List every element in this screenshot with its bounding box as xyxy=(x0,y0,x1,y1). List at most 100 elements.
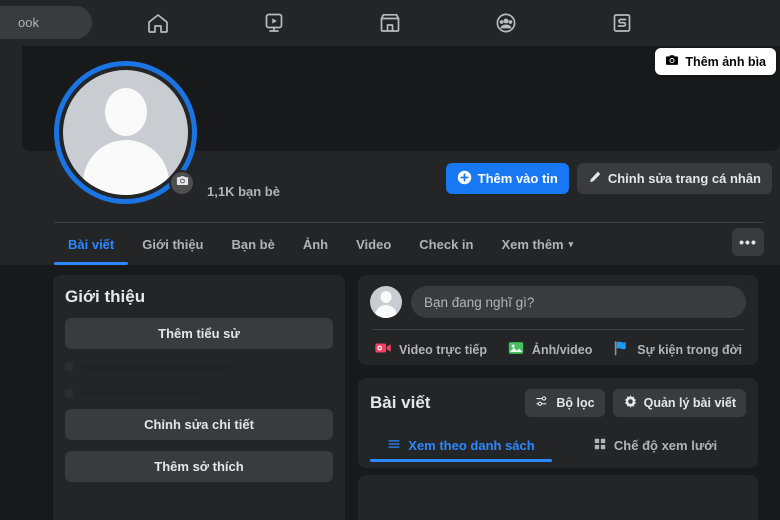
add-to-story-button[interactable]: Thêm vào tin xyxy=(445,163,569,194)
edit-details-label: Chỉnh sửa chi tiết xyxy=(144,417,254,432)
post-composer-card: Bạn đang nghĩ gì? Video trực tiếp Ảnh/vi… xyxy=(358,275,758,365)
nav-gaming-button[interactable] xyxy=(596,3,648,43)
nav-groups-button[interactable] xyxy=(480,3,532,43)
edit-profile-button[interactable]: Chỉnh sửa trang cá nhân xyxy=(576,163,772,194)
avatar-silhouette-body xyxy=(82,140,169,195)
profile-avatar[interactable] xyxy=(54,61,197,204)
edit-details-button[interactable]: Chỉnh sửa chi tiết xyxy=(65,409,333,440)
list-view-label: Xem theo danh sách xyxy=(408,437,535,453)
photo-video-label: Ảnh/video xyxy=(531,342,593,357)
grid-icon xyxy=(593,437,607,454)
intro-placeholder-row xyxy=(65,383,333,403)
nav-home-button[interactable] xyxy=(132,3,184,43)
nav-icon-group xyxy=(100,0,680,46)
nav-video-button[interactable] xyxy=(248,3,300,43)
placeholder-icon xyxy=(65,389,73,397)
grid-view-tab[interactable]: Chế độ xem lưới xyxy=(558,428,752,462)
change-profile-photo-button[interactable] xyxy=(169,170,195,196)
profile-more-options-button[interactable]: ••• xyxy=(732,228,764,256)
chevron-down-icon: ▾ xyxy=(568,238,574,249)
composer-actions: Video trực tiếp Ảnh/video Sự kiện trong … xyxy=(370,330,746,360)
posts-header: Bài viết Bộ lọc Quản lý bài viết xyxy=(358,378,758,417)
search-input-text: ook xyxy=(18,15,39,30)
friend-count: 1,1K bạn bè xyxy=(207,184,280,199)
gear-icon xyxy=(623,394,638,412)
add-to-story-label: Thêm vào tin xyxy=(477,171,558,186)
placeholder-line xyxy=(81,389,201,397)
edit-profile-label: Chỉnh sửa trang cá nhân xyxy=(607,171,761,186)
pencil-icon xyxy=(588,170,602,187)
grid-view-label: Chế độ xem lưới xyxy=(613,437,718,453)
nav-marketplace-button[interactable] xyxy=(364,3,416,43)
avatar-image xyxy=(63,70,188,195)
top-navigation-bar: ook xyxy=(0,0,780,46)
posts-card: Bài viết Bộ lọc Quản lý bài viết Xem the… xyxy=(358,378,758,468)
live-video-button[interactable]: Video trực tiếp xyxy=(374,339,487,360)
intro-placeholder-row xyxy=(65,357,333,377)
life-event-button[interactable]: Sự kiện trong đời xyxy=(612,339,742,360)
tab-friends[interactable]: Bạn bè xyxy=(218,223,289,265)
posts-view-tabs: Xem theo danh sách Chế độ xem lưới xyxy=(358,428,758,462)
live-video-icon xyxy=(374,339,392,360)
facebook-profile-page: ook Thêm ảnh bìa 1,1K bạn bè Thêm vào ti… xyxy=(0,0,780,520)
filter-icon xyxy=(535,394,550,412)
plus-circle-icon xyxy=(457,170,472,188)
filter-label: Bộ lọc xyxy=(556,396,595,410)
tab-posts-label: Bài viết xyxy=(68,236,115,252)
profile-tabs: Bài viết Giới thiệu Bạn bè Ảnh Video Che… xyxy=(54,223,587,265)
avatar-silhouette-head xyxy=(380,291,392,303)
life-event-icon xyxy=(612,339,630,360)
avatar-silhouette-body xyxy=(375,305,397,318)
composer-row: Bạn đang nghĩ gì? xyxy=(370,286,746,318)
camera-icon xyxy=(176,174,189,192)
manage-posts-label: Quản lý bài viết xyxy=(643,396,736,410)
tab-photos-label: Ảnh xyxy=(302,236,329,252)
list-view-tab[interactable]: Xem theo danh sách xyxy=(364,428,558,462)
composer-input[interactable]: Bạn đang nghĩ gì? xyxy=(411,286,746,318)
posts-title: Bài viết xyxy=(370,393,431,412)
life-event-label: Sự kiện trong đời xyxy=(637,342,742,357)
tab-see-more[interactable]: Xem thêm ▾ xyxy=(487,223,587,265)
live-video-label: Video trực tiếp xyxy=(399,342,488,357)
profile-header-panel: Thêm ảnh bìa 1,1K bạn bè Thêm vào tin Ch… xyxy=(0,46,780,265)
add-hobbies-label: Thêm sở thích xyxy=(154,459,244,474)
list-icon xyxy=(387,437,401,454)
add-hobbies-button[interactable]: Thêm sở thích xyxy=(65,451,333,482)
tab-photos[interactable]: Ảnh xyxy=(289,223,342,265)
gaming-icon xyxy=(609,10,635,36)
composer-placeholder: Bạn đang nghĩ gì? xyxy=(424,294,535,310)
home-icon xyxy=(145,10,171,36)
video-icon xyxy=(261,10,287,36)
intro-card: Giới thiệu Thêm tiểu sử Chỉnh sửa chi ti… xyxy=(53,275,345,520)
add-cover-photo-label: Thêm ảnh bìa xyxy=(685,54,766,69)
profile-body: Giới thiệu Thêm tiểu sử Chỉnh sửa chi ti… xyxy=(0,265,780,520)
add-bio-label: Thêm tiểu sử xyxy=(158,326,240,341)
photo-video-button[interactable]: Ảnh/video xyxy=(507,339,592,360)
groups-icon xyxy=(493,10,519,36)
profile-action-buttons: Thêm vào tin Chỉnh sửa trang cá nhân xyxy=(445,163,772,194)
posts-header-buttons: Bộ lọc Quản lý bài viết xyxy=(525,389,746,417)
add-bio-button[interactable]: Thêm tiểu sử xyxy=(65,318,333,349)
tab-about[interactable]: Giới thiệu xyxy=(128,223,217,265)
intro-card-title: Giới thiệu xyxy=(65,287,146,306)
composer-avatar[interactable] xyxy=(370,286,402,318)
tab-videos[interactable]: Video xyxy=(342,223,405,265)
photo-video-icon xyxy=(507,339,525,360)
tab-posts[interactable]: Bài viết xyxy=(54,223,129,265)
camera-icon xyxy=(665,53,679,70)
placeholder-icon xyxy=(65,363,73,371)
marketplace-icon xyxy=(377,10,403,36)
tab-checkin-label: Check in xyxy=(419,236,474,252)
placeholder-line xyxy=(81,363,231,371)
tab-checkin[interactable]: Check in xyxy=(405,223,487,265)
filter-button[interactable]: Bộ lọc xyxy=(525,389,605,417)
post-placeholder-card xyxy=(358,475,758,520)
tab-videos-label: Video xyxy=(356,236,392,252)
tab-see-more-label: Xem thêm xyxy=(501,236,564,252)
manage-posts-button[interactable]: Quản lý bài viết xyxy=(612,389,746,417)
add-cover-photo-button[interactable]: Thêm ảnh bìa xyxy=(655,48,776,75)
avatar-silhouette-head xyxy=(104,88,147,136)
search-input[interactable]: ook xyxy=(0,6,92,39)
tab-about-label: Giới thiệu xyxy=(142,236,204,252)
tab-friends-label: Bạn bè xyxy=(231,236,275,252)
